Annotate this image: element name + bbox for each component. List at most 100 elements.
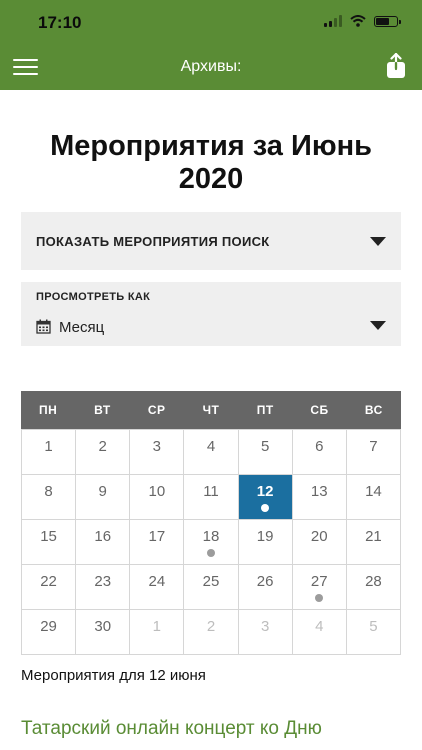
day-number: 19	[256, 528, 274, 545]
calendar-day[interactable]: 4	[184, 430, 239, 475]
show-events-search-toggle[interactable]: ПОКАЗАТЬ МЕРОПРИЯТИЯ ПОИСК	[21, 212, 401, 270]
day-number: 25	[202, 573, 220, 590]
weekday-label: ВС	[364, 403, 383, 417]
day-number: 3	[152, 438, 162, 455]
calendar-day[interactable]: 25	[184, 565, 239, 610]
calendar-day[interactable]: 27	[292, 565, 347, 610]
day-number: 21	[365, 528, 382, 545]
calendar-day[interactable]: 2	[76, 430, 131, 475]
calendar-day[interactable]: 5	[346, 610, 401, 655]
chevron-down-icon	[370, 237, 386, 246]
day-number: 23	[94, 573, 112, 590]
day-number: 30	[94, 618, 112, 635]
day-number: 27	[310, 573, 328, 590]
calendar-day[interactable]: 2	[184, 610, 239, 655]
calendar-day[interactable]: 18	[184, 520, 239, 565]
day-number: 15	[40, 528, 57, 545]
day-number: 11	[203, 483, 219, 500]
weekday-label: ЧТ	[202, 403, 220, 417]
day-number: 4	[315, 618, 324, 635]
calendar-day[interactable]: 5	[238, 430, 293, 475]
day-number: 4	[206, 438, 216, 455]
calendar-day[interactable]: 3	[130, 430, 185, 475]
calendar-day[interactable]: 7	[346, 430, 401, 475]
calendar-day[interactable]: 26	[238, 565, 293, 610]
day-number: 8	[44, 483, 53, 500]
calendar-day[interactable]: 29	[22, 610, 77, 655]
event-dot-icon	[261, 504, 270, 512]
calendar-day[interactable]: 1	[130, 610, 185, 655]
calendar-day[interactable]: 6	[292, 430, 347, 475]
calendar-day[interactable]: 15	[22, 520, 77, 565]
calendar-day[interactable]: 9	[76, 475, 131, 520]
wifi-icon	[350, 15, 366, 27]
weekday-label: ВТ	[94, 403, 111, 417]
day-number: 7	[369, 438, 378, 455]
day-number: 26	[256, 573, 274, 590]
weekday-label: ПН	[38, 403, 58, 417]
calendar-day[interactable]: 14	[346, 475, 401, 520]
calendar-day[interactable]: 4	[292, 610, 347, 655]
status-time: 17:10	[38, 13, 82, 32]
event-title-link[interactable]: Татарский онлайн концерт ко Дню	[21, 716, 401, 742]
day-number: 14	[365, 483, 382, 500]
day-number: 2	[98, 438, 107, 455]
view-as-label: ПРОСМОТРЕТЬ КАК	[36, 291, 151, 303]
share-icon[interactable]	[385, 53, 407, 79]
day-number: 1	[44, 438, 53, 455]
calendar-day[interactable]: 24	[130, 565, 185, 610]
day-number: 3	[260, 618, 270, 635]
calendar-day[interactable]: 20	[292, 520, 347, 565]
search-toggle-label: ПОКАЗАТЬ МЕРОПРИЯТИЯ ПОИСК	[36, 234, 270, 249]
calendar-day[interactable]: 17	[130, 520, 185, 565]
battery-icon	[374, 15, 401, 27]
day-number: 9	[98, 483, 107, 500]
calendar-day[interactable]: 16	[76, 520, 131, 565]
status-bar: 17:10	[0, 0, 422, 44]
calendar-day[interactable]: 30	[76, 610, 131, 655]
calendar-day[interactable]: 8	[22, 475, 77, 520]
day-number: 20	[310, 528, 328, 545]
weekday-label: СР	[147, 403, 166, 417]
view-as-value: Месяц	[59, 319, 105, 336]
day-number: 1	[152, 618, 162, 635]
calendar-day[interactable]: 23	[76, 565, 131, 610]
day-number: 5	[369, 618, 378, 635]
event-dot-icon	[206, 549, 215, 557]
events-for-date: Мероприятия для 12 июня	[21, 667, 206, 684]
calendar-day[interactable]: 3	[238, 610, 293, 655]
day-number: 28	[365, 573, 382, 590]
status-icons	[324, 15, 401, 27]
calendar-day[interactable]: 11	[184, 475, 239, 520]
cellular-signal-icon	[324, 15, 342, 27]
day-number: 6	[315, 438, 324, 455]
weekday-label: ПТ	[256, 403, 274, 417]
calendar-grid: 1 2 3 4 5 6 7 8 9 10 11 12 13 14 15 16 17 18 19 20 21 22 23 24 2…	[21, 429, 401, 655]
calendar-day[interactable]: 19	[238, 520, 293, 565]
calendar-day[interactable]: 22	[22, 565, 77, 610]
weekday-header: ПН ВТ СР ЧТ ПТ СБ ВС	[21, 391, 401, 429]
day-number: 13	[310, 483, 328, 500]
calendar-day[interactable]: 28	[346, 565, 401, 610]
calendar-day[interactable]: 1	[22, 430, 77, 475]
chevron-down-icon	[370, 321, 386, 330]
event-dot-icon	[315, 594, 324, 602]
nav-bar: Архивы:	[0, 44, 422, 90]
day-number: 5	[260, 438, 270, 455]
calendar-day[interactable]: 10	[130, 475, 185, 520]
calendar-day[interactable]: 12	[238, 475, 293, 520]
day-number: 22	[40, 573, 57, 590]
day-number: 18	[202, 528, 220, 545]
calendar-day[interactable]: 13	[292, 475, 347, 520]
day-number: 16	[94, 528, 112, 545]
day-number: 2	[206, 618, 216, 635]
month-calendar: ПН ВТ СР ЧТ ПТ СБ ВС 1 2 3 4 5 6 7 8 9 10 11 12 13 14 15 16 17…	[21, 391, 401, 655]
calendar-day[interactable]: 21	[346, 520, 401, 565]
view-as-select[interactable]: ПРОСМОТРЕТЬ КАК Месяц	[21, 282, 401, 346]
day-number: 17	[148, 528, 166, 545]
calendar-icon	[36, 319, 51, 334]
day-number: 10	[148, 483, 166, 500]
page-title: Мероприятия за Июнь 2020	[50, 130, 372, 195]
weekday-label: СБ	[310, 403, 329, 417]
day-number: 29	[40, 618, 57, 635]
